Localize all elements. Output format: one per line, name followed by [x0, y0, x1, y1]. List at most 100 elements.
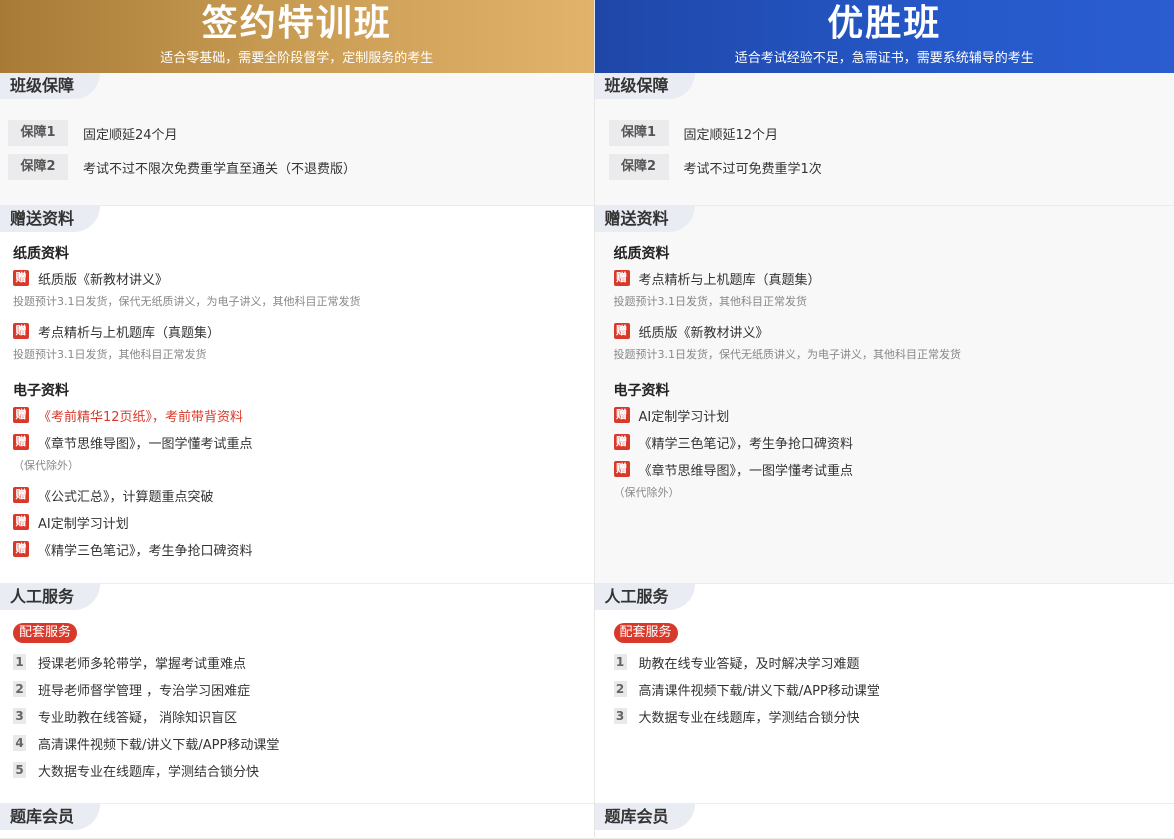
- service-item: 2 高清课件视频下载/讲义下载/APP移动课堂: [614, 680, 880, 698]
- question-bank-section: 题库会员: [0, 804, 594, 839]
- service-item: 4 高清课件视频下载/讲义下载/APP移动课堂: [13, 734, 279, 752]
- service-text: 高清课件视频下载/讲义下载/APP移动课堂: [38, 734, 279, 753]
- guarantee-badge: 保障2: [8, 154, 68, 180]
- guarantee-badge: 保障2: [609, 154, 669, 180]
- gift-item: 赠 AI定制学习计划: [13, 513, 129, 531]
- gift-text: 《精学三色笔记》，考生争抢口碑资料: [38, 540, 253, 559]
- service-item: 2 班导老师督学管理 ，专治学习困难症: [13, 680, 250, 698]
- gift-icon: 赠: [13, 434, 29, 450]
- section-heading: 班级保障: [595, 73, 695, 99]
- service-number: 2: [614, 681, 627, 697]
- service-text: 授课老师多轮带学，掌握考试重难点: [38, 653, 246, 672]
- gift-item: 赠 《章节思维导图》，一图学懂考试重点: [13, 433, 253, 451]
- gift-item: 赠 《章节思维导图》，一图学懂考试重点: [614, 460, 854, 478]
- gift-icon: 赠: [13, 514, 29, 530]
- electronic-heading: 电子资料: [614, 380, 670, 400]
- gift-text: 《精学三色笔记》，考生争抢口碑资料: [639, 433, 854, 452]
- gift-item: 赠 考点精析与上机题库（真题集）: [614, 269, 821, 287]
- electronic-heading: 电子资料: [13, 380, 69, 400]
- service-item: 5 大数据专业在线题库，学测结合锁分快: [13, 761, 259, 779]
- service-number: 4: [13, 735, 26, 751]
- service-section: 人工服务 配套服务 1 授课老师多轮带学，掌握考试重难点 2 班导老师督学管理 …: [0, 584, 594, 804]
- gift-item: 赠 《公式汇总》，计算题重点突破: [13, 486, 214, 504]
- plan-subtitle: 适合考试经验不足，急需证书，需要系统辅导的考生: [595, 50, 1174, 68]
- section-heading: 题库会员: [0, 804, 100, 830]
- gift-note: 投题预计3.1日发货，保代无纸质讲义，为电子讲义，其他科目正常发货: [614, 346, 962, 362]
- guarantee-row: 保障1 固定顺延24个月: [8, 120, 178, 146]
- gift-icon: 赠: [614, 461, 630, 477]
- gift-note: 投题预计3.1日发货，其他科目正常发货: [13, 346, 207, 362]
- service-text: 专业助教在线答疑， 消除知识盲区: [38, 707, 237, 726]
- gift-text: 纸质版《新教材讲义》: [639, 322, 769, 341]
- question-bank-section: 题库会员: [595, 804, 1174, 839]
- gift-text: 《章节思维导图》，一图学懂考试重点: [38, 433, 253, 452]
- service-number: 3: [614, 708, 627, 724]
- gifts-section: 赠送资料 纸质资料 赠 考点精析与上机题库（真题集） 投题预计3.1日发货，其他…: [595, 206, 1174, 584]
- plan-column-signed: 签约特训班 适合零基础，需要全阶段督学，定制服务的考生 班级保障 保障1 固定顺…: [0, 0, 595, 838]
- section-heading: 赠送资料: [0, 206, 100, 232]
- guarantee-badge: 保障1: [609, 120, 669, 146]
- gift-item: 赠 考点精析与上机题库（真题集）: [13, 322, 220, 340]
- guarantee-row: 保障1 固定顺延12个月: [609, 120, 779, 146]
- gift-item: 赠 《精学三色笔记》，考生争抢口碑资料: [614, 433, 854, 451]
- section-heading: 题库会员: [595, 804, 695, 830]
- paper-heading: 纸质资料: [13, 243, 69, 263]
- gifts-section: 赠送资料 纸质资料 赠 纸质版《新教材讲义》 投题预计3.1日发货，保代无纸质讲…: [0, 206, 594, 584]
- service-number: 3: [13, 708, 26, 724]
- gift-text: 《考前精华12页纸》，考前带背资料: [38, 406, 243, 425]
- gift-icon: 赠: [13, 407, 29, 423]
- service-text: 班导老师督学管理 ，专治学习困难症: [38, 680, 250, 699]
- paper-heading: 纸质资料: [614, 243, 670, 263]
- service-number: 1: [614, 654, 627, 670]
- guarantee-badge: 保障1: [8, 120, 68, 146]
- gift-text: 考点精析与上机题库（真题集）: [639, 269, 821, 288]
- guarantee-text: 固定顺延24个月: [83, 124, 178, 143]
- plan-title: 优胜班: [595, 0, 1174, 46]
- gift-note: （保代除外）: [13, 457, 79, 473]
- plan-header: 签约特训班 适合零基础，需要全阶段督学，定制服务的考生: [0, 0, 594, 73]
- guarantee-text: 固定顺延12个月: [684, 124, 779, 143]
- gift-item: 赠 《精学三色笔记》，考生争抢口碑资料: [13, 540, 253, 558]
- gift-text: 考点精析与上机题库（真题集）: [38, 322, 220, 341]
- service-number: 2: [13, 681, 26, 697]
- section-heading: 赠送资料: [595, 206, 695, 232]
- service-number: 1: [13, 654, 26, 670]
- gift-icon: 赠: [614, 434, 630, 450]
- section-heading: 人工服务: [0, 584, 100, 610]
- service-text: 大数据专业在线题库，学测结合锁分快: [639, 707, 860, 726]
- gift-icon: 赠: [614, 323, 630, 339]
- section-heading: 人工服务: [595, 584, 695, 610]
- gift-text: AI定制学习计划: [639, 406, 730, 425]
- gift-note: （保代除外）: [614, 484, 680, 500]
- service-item: 1 助教在线专业答疑，及时解决学习难题: [614, 653, 860, 671]
- gift-item: 赠 纸质版《新教材讲义》: [13, 269, 168, 287]
- gift-item: 赠 《考前精华12页纸》，考前带背资料: [13, 406, 243, 424]
- service-item: 3 大数据专业在线题库，学测结合锁分快: [614, 707, 860, 725]
- service-item: 3 专业助教在线答疑， 消除知识盲区: [13, 707, 237, 725]
- gift-text: 《公式汇总》，计算题重点突破: [38, 486, 214, 505]
- gift-note: 投题预计3.1日发货，其他科目正常发货: [614, 293, 808, 309]
- plan-column-excellence: 优胜班 适合考试经验不足，急需证书，需要系统辅导的考生 班级保障 保障1 固定顺…: [595, 0, 1174, 838]
- gift-text: 纸质版《新教材讲义》: [38, 269, 168, 288]
- gift-icon: 赠: [13, 487, 29, 503]
- service-number: 5: [13, 762, 26, 778]
- service-text: 大数据专业在线题库，学测结合锁分快: [38, 761, 259, 780]
- guarantee-section: 班级保障 保障1 固定顺延12个月 保障2 考试不过可免费重学1次: [595, 73, 1174, 206]
- guarantee-text: 考试不过不限次免费重学直至通关（不退费版）: [83, 158, 356, 177]
- gift-note: 投题预计3.1日发货，保代无纸质讲义，为电子讲义，其他科目正常发货: [13, 293, 361, 309]
- service-pill: 配套服务: [13, 623, 77, 643]
- gift-icon: 赠: [13, 323, 29, 339]
- gift-text: AI定制学习计划: [38, 513, 129, 532]
- service-item: 1 授课老师多轮带学，掌握考试重难点: [13, 653, 246, 671]
- guarantee-section: 班级保障 保障1 固定顺延24个月 保障2 考试不过不限次免费重学直至通关（不退…: [0, 73, 594, 206]
- gift-icon: 赠: [614, 407, 630, 423]
- service-text: 高清课件视频下载/讲义下载/APP移动课堂: [639, 680, 880, 699]
- plan-header: 优胜班 适合考试经验不足，急需证书，需要系统辅导的考生: [595, 0, 1174, 73]
- guarantee-row: 保障2 考试不过可免费重学1次: [609, 154, 822, 180]
- guarantee-row: 保障2 考试不过不限次免费重学直至通关（不退费版）: [8, 154, 356, 180]
- gift-icon: 赠: [614, 270, 630, 286]
- gift-item: 赠 纸质版《新教材讲义》: [614, 322, 769, 340]
- section-heading: 班级保障: [0, 73, 100, 99]
- gift-text: 《章节思维导图》，一图学懂考试重点: [639, 460, 854, 479]
- service-pill: 配套服务: [614, 623, 678, 643]
